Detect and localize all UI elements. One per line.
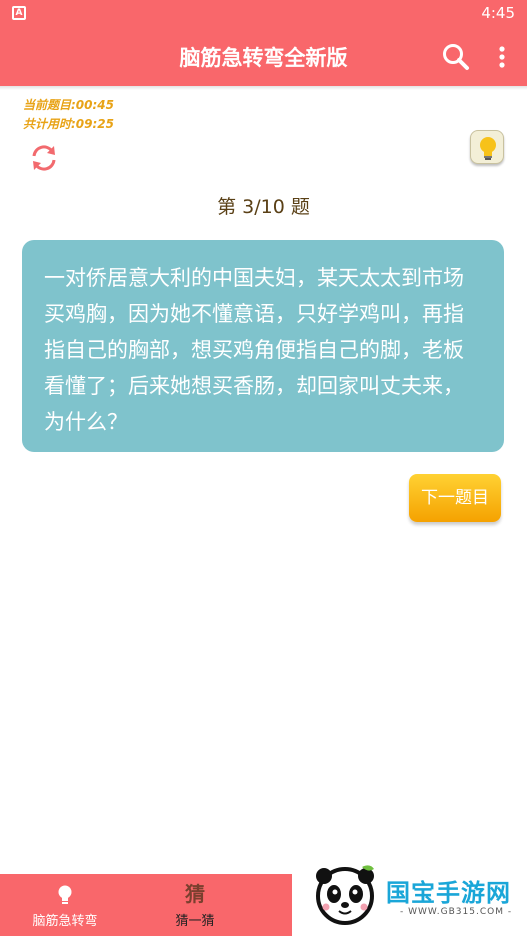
question-text: 一对侨居意大利的中国夫妇，某天太太到市场买鸡胸，因为她不懂意语，只好学鸡叫，再指…: [44, 266, 464, 434]
refresh-icon[interactable]: [29, 143, 59, 173]
nav-label-guess: 猜一猜: [175, 914, 215, 929]
toolbar-shadow: [0, 86, 527, 90]
app-screen: A 4:45 脑筋急转弯全新版 当前题目:00:45 共计用时:09:25 第 …: [0, 0, 527, 936]
question-card: 一对侨居意大利的中国夫妇，某天太太到市场买鸡胸，因为她不懂意语，只好学鸡叫，再指…: [22, 240, 504, 452]
lightbulb-icon: [480, 137, 496, 160]
status-time: 4:45: [481, 4, 515, 22]
total-time: 共计用时:09:25: [23, 117, 114, 131]
app-notification-icon: A: [12, 6, 26, 20]
toolbar: 脑筋急转弯全新版: [0, 28, 527, 86]
watermark-brand: 国宝手游网: [386, 879, 511, 907]
watermark: 国宝手游网 - WWW.GB315.COM -: [292, 849, 527, 936]
panda-logo-icon: [316, 865, 374, 925]
nav-item-guess[interactable]: 猜 猜一猜: [130, 874, 260, 936]
nav-label-brain-teasers: 脑筋急转弯: [32, 914, 98, 929]
next-question-button[interactable]: 下一题目: [409, 474, 501, 522]
more-vert-icon[interactable]: [493, 43, 511, 71]
hint-button[interactable]: [470, 130, 504, 164]
status-bar: A 4:45: [0, 0, 527, 28]
bottom-nav: 脑筋急转弯 猜 猜一猜: [0, 874, 292, 936]
current-question-timer: 当前题目:00:45: [23, 98, 114, 112]
question-number: 第 3/10 题: [217, 196, 310, 218]
nav-item-brain-teasers[interactable]: 脑筋急转弯: [0, 874, 130, 936]
lightbulb-icon: [58, 885, 72, 904]
guess-icon: 猜: [185, 882, 205, 906]
search-icon[interactable]: [442, 43, 470, 71]
watermark-url: - WWW.GB315.COM -: [400, 907, 513, 917]
